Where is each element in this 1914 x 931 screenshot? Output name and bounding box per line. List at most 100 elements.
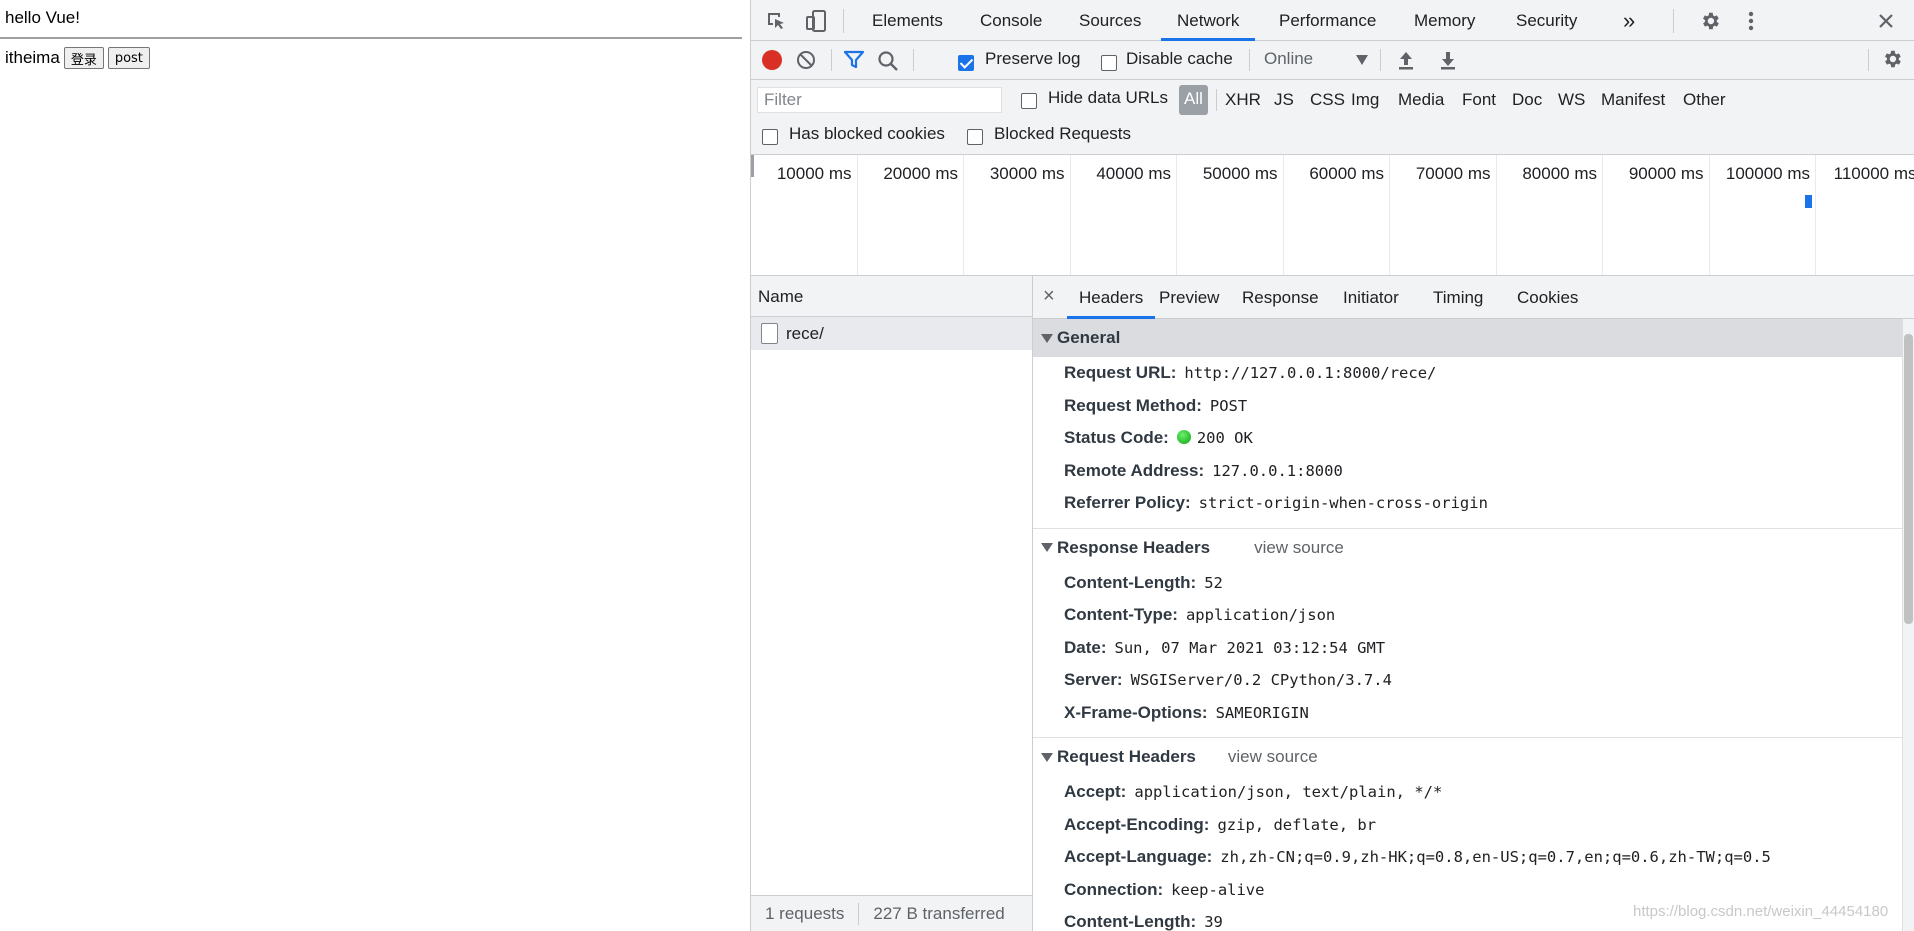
filter-type-other[interactable]: Other [1683,89,1726,119]
filter-type-media[interactable]: Media [1398,89,1444,119]
tab-response[interactable]: Response [1242,276,1319,319]
tab-performance[interactable]: Performance [1279,0,1376,41]
tab-console[interactable]: Console [980,0,1042,41]
record-icon[interactable] [762,50,782,70]
header-key: X-Frame-Options: [1064,702,1208,722]
general-section: General Request URL: http://127.0.0.1:800… [1033,319,1902,529]
disable-cache-checkbox[interactable] [1101,52,1117,72]
devtools-tab-bar: Elements Console Sources Network Perform… [751,0,1914,41]
filter-input[interactable] [757,87,1002,113]
header-key: Referrer Policy: [1064,493,1191,512]
timeline-overview[interactable]: 10000 ms 20000 ms 30000 ms 40000 ms 50000 ms… [751,155,1914,276]
headers-content[interactable]: General Request URL: http://127.0.0.1:800… [1033,319,1902,931]
header-row: Accept-Language: zh,zh-CN;q=0.9,zh-HK;q=0… [1033,841,1902,874]
request-row[interactable]: rece/ [751,317,1032,350]
header-value: application/json [1185,606,1336,624]
header-key: Content-Length: [1064,572,1197,592]
preserve-log-checkbox[interactable] [958,52,974,72]
filter-type-js[interactable]: JS [1274,89,1294,119]
filter-type-css[interactable]: CSS [1310,89,1345,119]
hide-data-urls-checkbox[interactable] [1021,90,1037,110]
header-key: Remote Address: [1064,460,1205,480]
header-row: Accept: application/json, text/plain, */* [1033,776,1902,809]
tab-timing[interactable]: Timing [1433,276,1483,319]
toolbar-separator [831,49,832,71]
close-devtools-icon[interactable] [1873,8,1899,34]
timeline-tick-label: 30000 ms [989,164,1065,183]
header-key: Accept: [1064,782,1127,801]
view-source-link[interactable]: view source [1254,529,1344,567]
tab-cookies[interactable]: Cookies [1517,276,1578,319]
view-source-link[interactable]: view source [1228,738,1318,776]
throttling-select[interactable]: Online [1264,49,1313,69]
clear-icon[interactable] [796,50,816,75]
header-key: Request Method: [1064,395,1202,415]
page-label: itheima [5,48,60,67]
header-value: 127.0.0.1:8000 [1212,461,1343,480]
tab-preview[interactable]: Preview [1159,276,1219,319]
filter-bar: Hide data URLs All XHR JS CSS Img Media … [751,80,1914,155]
filter-type-img[interactable]: Img [1351,89,1379,119]
tab-security[interactable]: Security [1516,0,1577,41]
request-list: Name rece/ 1 requests 227 B transferred [751,276,1033,931]
blocked-requests-checkbox[interactable] [967,126,983,146]
export-har-icon[interactable] [1438,49,1458,76]
header-value: application/json, text/plain, */* [1134,783,1443,801]
device-toolbar-icon[interactable] [803,8,829,34]
filter-type-ws[interactable]: WS [1558,89,1585,119]
section-header-general[interactable]: General [1033,319,1902,357]
timeline-tick-label: 90000 ms [1628,164,1704,183]
preserve-log-label: Preserve log [985,49,1081,68]
network-settings-gear-icon[interactable] [1881,48,1903,75]
name-column-header[interactable]: Name [751,276,1032,317]
gear-icon[interactable] [1697,8,1723,34]
post-button[interactable]: post [107,47,150,69]
header-key: Content-Type: [1064,605,1178,624]
import-har-icon[interactable] [1396,49,1416,76]
devtools-panel: Elements Console Sources Network Perform… [750,0,1914,931]
header-key: Server: [1064,670,1123,689]
header-key: Status Code: [1064,428,1169,447]
search-icon[interactable] [877,50,899,77]
header-key: Content-Length: [1064,912,1197,931]
tab-sources[interactable]: Sources [1079,0,1141,41]
header-key: Connection: [1064,879,1164,899]
checkbox-unchecked [967,128,983,145]
checkbox-unchecked [1101,54,1117,71]
tab-network[interactable]: Network [1161,0,1256,41]
status-bar: 1 requests 227 B transferred [751,895,1032,931]
timeline-tick-label: 40000 ms [1096,164,1171,183]
has-blocked-cookies-checkbox[interactable] [762,126,778,146]
section-header-response-headers[interactable]: Response Headers view source [1033,529,1902,567]
has-blocked-cookies-label: Has blocked cookies [789,124,945,143]
tab-headers[interactable]: Headers [1067,276,1156,319]
close-details-icon[interactable]: × [1043,285,1055,308]
toolbar-separator [1868,49,1869,71]
more-tabs-button[interactable]: » [1623,0,1635,41]
inspect-element-icon[interactable] [763,8,789,34]
timeline-tick-label: 80000 ms [1522,164,1597,183]
kebab-menu-icon[interactable] [1738,8,1764,34]
login-button[interactable]: 登录 [63,47,104,69]
header-value: SAMEORIGIN [1215,703,1309,722]
filter-separator [1216,89,1217,111]
toolbar-separator [1249,49,1250,71]
filter-type-xhr[interactable]: XHR [1225,89,1261,119]
timeline-tick-label: 10000 ms [776,164,852,183]
filter-type-font[interactable]: Font [1462,89,1496,119]
details-tab-bar: × Headers Preview Response Initiator Tim… [1033,276,1914,319]
filter-type-doc[interactable]: Doc [1512,89,1542,119]
filter-icon[interactable] [843,50,865,75]
header-row: Remote Address: 127.0.0.1:8000 [1033,455,1902,488]
tab-initiator[interactable]: Initiator [1343,276,1399,319]
tab-elements[interactable]: Elements [872,0,943,41]
section-header-request-headers[interactable]: Request Headers view source [1033,738,1902,776]
checkbox-unchecked [762,128,778,145]
header-value: strict-origin-when-cross-origin [1198,494,1488,512]
tab-memory[interactable]: Memory [1414,0,1475,41]
filter-type-all[interactable]: All [1179,85,1208,115]
chevron-down-icon[interactable] [1356,55,1368,65]
filter-type-manifest[interactable]: Manifest [1601,89,1665,119]
details-scrollbar-thumb[interactable] [1904,334,1913,624]
timeline-tick-label: 50000 ms [1202,164,1278,183]
